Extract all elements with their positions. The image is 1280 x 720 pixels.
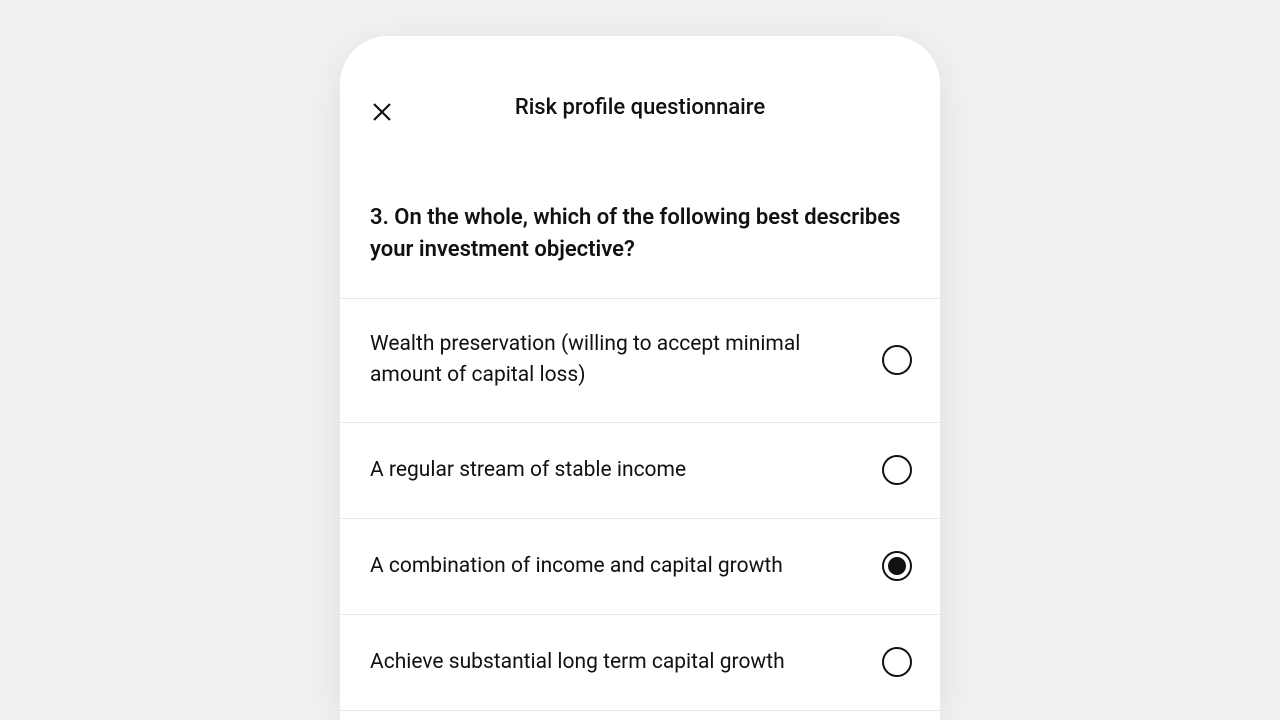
close-icon — [370, 100, 394, 124]
option-long-term-growth[interactable]: Achieve substantial long term capital gr… — [340, 615, 940, 711]
option-income-and-growth[interactable]: A combination of income and capital grow… — [340, 519, 940, 615]
header: Risk profile questionnaire — [340, 36, 940, 156]
radio-indicator[interactable] — [882, 455, 912, 485]
radio-indicator[interactable] — [882, 647, 912, 677]
option-stable-income[interactable]: A regular stream of stable income — [340, 423, 940, 519]
option-wealth-preservation[interactable]: Wealth preservation (willing to accept m… — [340, 299, 940, 423]
close-button[interactable] — [368, 98, 396, 126]
page-title: Risk profile questionnaire — [515, 95, 765, 120]
radio-indicator[interactable] — [882, 551, 912, 581]
option-label: A combination of income and capital grow… — [370, 551, 882, 583]
radio-indicator[interactable] — [882, 345, 912, 375]
option-label: Achieve substantial long term capital gr… — [370, 647, 882, 679]
option-label: Wealth preservation (willing to accept m… — [370, 329, 882, 392]
question-text: 3. On the whole, which of the following … — [370, 202, 912, 266]
question-block: 3. On the whole, which of the following … — [340, 156, 940, 299]
questionnaire-panel: Risk profile questionnaire 3. On the who… — [340, 36, 940, 720]
option-label: A regular stream of stable income — [370, 455, 882, 487]
